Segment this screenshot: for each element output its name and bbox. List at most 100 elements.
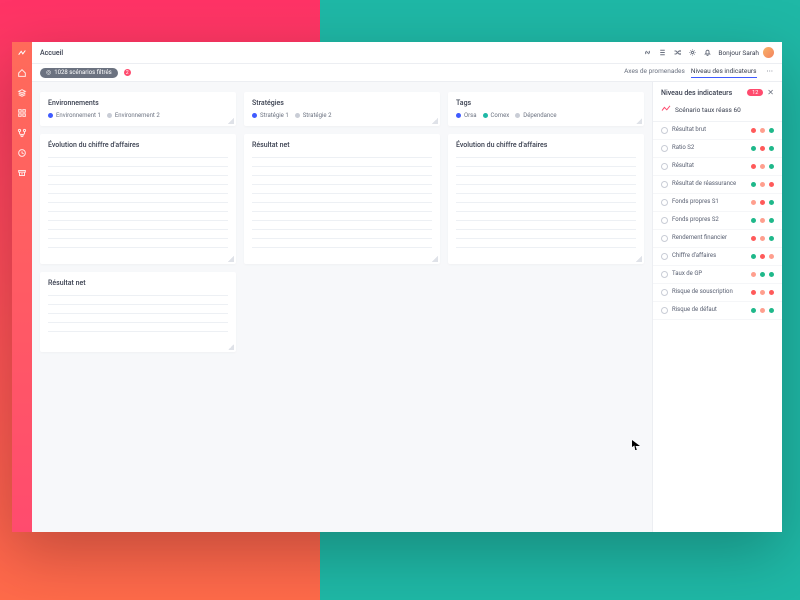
indicator-row[interactable]: Taux de GP <box>653 266 782 284</box>
list-icon[interactable] <box>658 48 667 57</box>
status-dot-icon <box>760 146 765 151</box>
panel-count-badge: 12 <box>747 89 763 96</box>
indicator-label: Rendement financier <box>672 235 747 242</box>
card-tags[interactable]: Tags OrsaComexDépendance <box>448 92 644 126</box>
card-chart-resultat-1[interactable]: Résultat net <box>244 134 440 264</box>
axis-tabs: Axes de promenades Niveau des indicateur… <box>624 67 774 78</box>
filter-tag[interactable]: Dépendance <box>515 112 556 119</box>
filter-tag[interactable]: Environnement 1 <box>48 112 101 119</box>
tag-dot-icon <box>48 113 53 118</box>
nav-archive-icon[interactable] <box>17 168 27 178</box>
nav-grid-icon[interactable] <box>17 108 27 118</box>
indicator-radio[interactable] <box>661 235 668 242</box>
indicator-list[interactable]: Résultat brutRatio S2RésultatRésultat de… <box>653 122 782 532</box>
indicator-row[interactable]: Résultat brut <box>653 122 782 140</box>
status-dot-icon <box>751 128 756 133</box>
link-icon[interactable] <box>643 48 652 57</box>
resize-handle-icon[interactable] <box>432 256 438 262</box>
resize-handle-icon[interactable] <box>228 344 234 350</box>
indicator-radio[interactable] <box>661 271 668 278</box>
indicator-radio[interactable] <box>661 127 668 134</box>
card-chart-resultat-2[interactable]: Résultat net <box>40 272 236 352</box>
indicator-row[interactable]: Résultat de réassurance <box>653 176 782 194</box>
topbar: Accueil Bonjour Sarah <box>32 42 782 64</box>
status-dot-icon <box>751 236 756 241</box>
status-dot-icon <box>769 146 774 151</box>
status-dot-icon <box>751 218 756 223</box>
indicator-row[interactable]: Fonds propres S1 <box>653 194 782 212</box>
nav-layers-icon[interactable] <box>17 88 27 98</box>
filter-tag[interactable]: Comex <box>483 112 510 119</box>
app-logo[interactable] <box>17 48 27 58</box>
indicator-radio[interactable] <box>661 289 668 296</box>
status-dot-icon <box>751 200 756 205</box>
indicator-row[interactable]: Fonds propres S2 <box>653 212 782 230</box>
indicator-row[interactable]: Risque de défaut <box>653 302 782 320</box>
status-dot-icon <box>760 128 765 133</box>
resize-handle-icon[interactable] <box>636 118 642 124</box>
indicator-dots <box>751 164 774 169</box>
indicator-radio[interactable] <box>661 307 668 314</box>
tag-label: Stratégie 2 <box>303 112 332 119</box>
indicator-radio[interactable] <box>661 163 668 170</box>
indicator-row[interactable]: Ratio S2 <box>653 140 782 158</box>
tag-label: Stratégie 1 <box>260 112 289 119</box>
shuffle-icon[interactable] <box>673 48 682 57</box>
indicator-row[interactable]: Rendement financier <box>653 230 782 248</box>
card-chart-evolution-2[interactable]: Évolution du chiffre d'affaires <box>448 134 644 264</box>
indicator-label: Risque de souscription <box>672 289 747 296</box>
card-title: Environnements <box>48 99 228 107</box>
filter-pill-label: 1028 scénarios filtrés <box>54 69 111 76</box>
indicator-row[interactable]: Risque de souscription <box>653 284 782 302</box>
indicator-row[interactable]: Résultat <box>653 158 782 176</box>
resize-handle-icon[interactable] <box>432 118 438 124</box>
status-dot-icon <box>769 290 774 295</box>
close-icon[interactable]: ✕ <box>767 88 774 97</box>
status-dot-icon <box>751 254 756 259</box>
tab-axes[interactable]: Axes de promenades <box>624 67 685 78</box>
filter-pill[interactable]: ◎ 1028 scénarios filtrés <box>40 68 118 78</box>
filter-tag[interactable]: Orsa <box>456 112 477 119</box>
indicator-dots <box>751 272 774 277</box>
resize-handle-icon[interactable] <box>228 118 234 124</box>
card-chart-evolution-1[interactable]: Évolution du chiffre d'affaires <box>40 134 236 264</box>
resize-handle-icon[interactable] <box>636 256 642 262</box>
card-environments[interactable]: Environnements Environnement 1 Environnem… <box>40 92 236 126</box>
indicator-dots <box>751 182 774 187</box>
tabs-more-icon[interactable]: ⋯ <box>767 67 775 78</box>
indicator-radio[interactable] <box>661 217 668 224</box>
card-title: Évolution du chiffre d'affaires <box>48 141 228 149</box>
status-dot-icon <box>760 308 765 313</box>
status-dot-icon <box>751 182 756 187</box>
nav-clock-icon[interactable] <box>17 148 27 158</box>
tag-dot-icon <box>515 113 520 118</box>
tag-label: Environnement 1 <box>56 112 101 119</box>
user-menu[interactable]: Bonjour Sarah <box>718 47 774 58</box>
nav-branch-icon[interactable] <box>17 128 27 138</box>
status-dot-icon <box>760 200 765 205</box>
scenario-row[interactable]: Scénario taux réass 60 <box>653 101 782 122</box>
status-dot-icon <box>760 218 765 223</box>
indicator-dots <box>751 128 774 133</box>
status-dot-icon <box>760 236 765 241</box>
status-dot-icon <box>760 164 765 169</box>
indicator-radio[interactable] <box>661 181 668 188</box>
tag-dot-icon <box>456 113 461 118</box>
card-strategies[interactable]: Stratégies Stratégie 1Stratégie 2 <box>244 92 440 126</box>
indicator-row[interactable]: Chiffre d'affaires <box>653 248 782 266</box>
tag-dot-icon <box>252 113 257 118</box>
dashboard-scroll[interactable]: Environnements Environnement 1 Environnem… <box>32 82 652 532</box>
tab-indicators[interactable]: Niveau des indicateurs <box>691 67 757 78</box>
resize-handle-icon[interactable] <box>228 256 234 262</box>
filter-tag[interactable]: Stratégie 1 <box>252 112 289 119</box>
nav-home-icon[interactable] <box>17 68 27 78</box>
indicator-radio[interactable] <box>661 253 668 260</box>
indicator-radio[interactable] <box>661 199 668 206</box>
filter-tag[interactable]: Stratégie 2 <box>295 112 332 119</box>
indicator-dots <box>751 308 774 313</box>
gear-icon[interactable] <box>688 48 697 57</box>
indicator-dots <box>751 200 774 205</box>
indicator-radio[interactable] <box>661 145 668 152</box>
filter-tag[interactable]: Environnement 2 <box>107 112 160 119</box>
bell-icon[interactable] <box>703 48 712 57</box>
